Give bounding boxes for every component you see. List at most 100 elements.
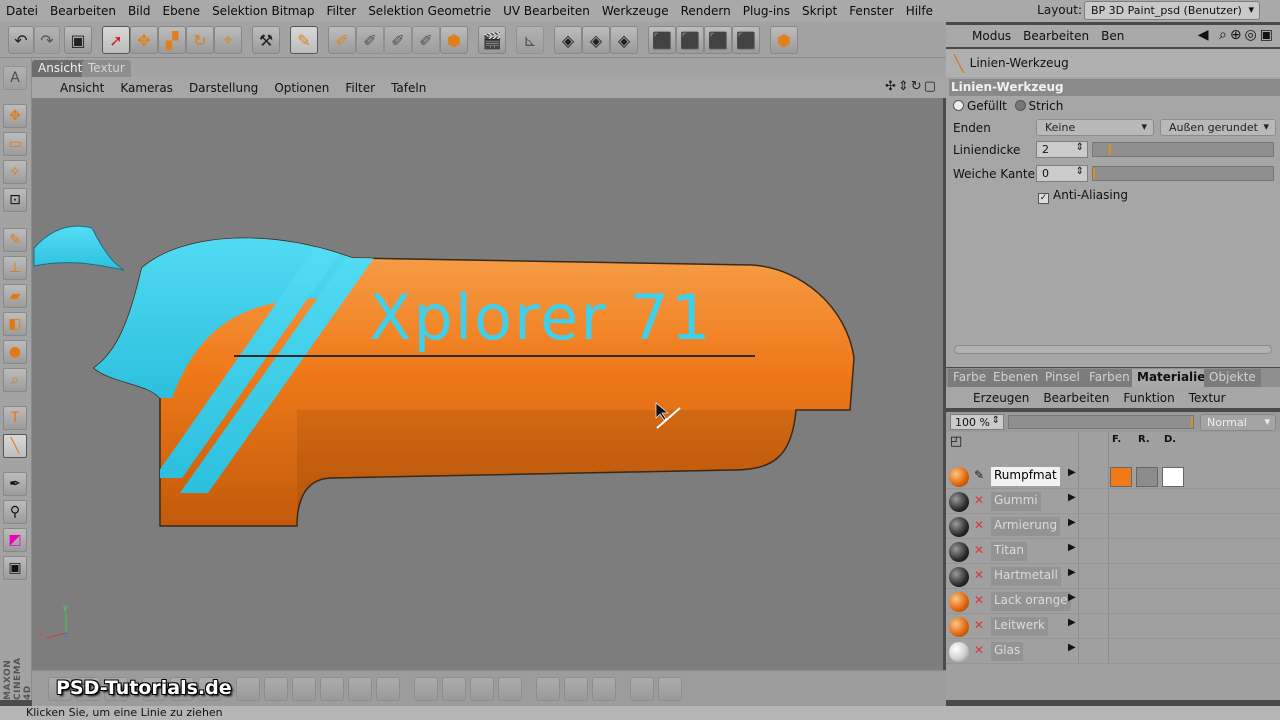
blend-mode-dropdown[interactable]: Normal bbox=[1200, 414, 1276, 431]
material-name[interactable]: Hartmetall bbox=[991, 567, 1061, 586]
menu-skript[interactable]: Skript bbox=[796, 4, 843, 18]
bottom-tool-16-icon[interactable] bbox=[498, 677, 522, 701]
tab-pinsel[interactable]: Pinsel bbox=[1040, 369, 1085, 387]
rect-select-icon[interactable]: ▭ bbox=[3, 132, 27, 156]
chevron-right-icon[interactable]: ▶ bbox=[1068, 567, 1076, 578]
menu-fenster[interactable]: Fenster bbox=[843, 4, 900, 18]
mat-menu-erzeugen[interactable]: Erzeugen bbox=[966, 391, 1036, 405]
material-row[interactable]: ✎ Rumpfmat ▶ bbox=[946, 464, 1280, 489]
film-clapper-icon[interactable]: 🎬 bbox=[478, 26, 506, 54]
menu-filter[interactable]: Filter bbox=[320, 4, 362, 18]
zoom-icon[interactable]: ⌕ bbox=[3, 368, 27, 392]
coordinate-icon[interactable]: ⌖ bbox=[214, 26, 242, 54]
ends-dropdown[interactable]: Keine bbox=[1036, 119, 1154, 136]
material-row[interactable]: ✕ Hartmetall ▶ bbox=[946, 564, 1280, 589]
texture-mode-icon[interactable]: ⬢ bbox=[770, 26, 798, 54]
tab-ebenen[interactable]: Ebenen bbox=[988, 369, 1044, 387]
attr-menu-modus[interactable]: Modus bbox=[966, 29, 1017, 43]
soft-edges-slider-knob[interactable] bbox=[1093, 168, 1095, 179]
cube-checker-icon[interactable]: ◈ bbox=[554, 26, 582, 54]
bottom-tool-8-icon[interactable] bbox=[264, 677, 288, 701]
bottom-tool-7-icon[interactable] bbox=[236, 677, 260, 701]
transform-icon[interactable]: ⊡ bbox=[3, 188, 27, 212]
menu-ebene[interactable]: Ebene bbox=[156, 4, 206, 18]
viewmenu-tafeln[interactable]: Tafeln bbox=[383, 81, 434, 95]
bottom-tool-14-icon[interactable] bbox=[442, 677, 466, 701]
chevron-right-icon[interactable]: ▶ bbox=[1068, 517, 1076, 528]
paint-poly-icon[interactable]: ✐ bbox=[412, 26, 440, 54]
eraser-icon[interactable]: ▰ bbox=[3, 284, 27, 308]
bottom-tool-13-icon[interactable] bbox=[414, 677, 438, 701]
move-icon[interactable]: ✥ bbox=[3, 104, 27, 128]
render-active-icon[interactable]: ▣ bbox=[64, 26, 92, 54]
bottom-tool-20-icon[interactable] bbox=[630, 677, 654, 701]
bottom-tool-15-icon[interactable] bbox=[470, 677, 494, 701]
material-name[interactable]: Gummi bbox=[991, 492, 1041, 511]
channel-header-color[interactable]: F. bbox=[1112, 434, 1121, 445]
chevron-right-icon[interactable]: ▶ bbox=[1068, 492, 1076, 503]
select-tool-icon[interactable]: ➚ bbox=[102, 26, 130, 54]
bottom-tool-17-icon[interactable] bbox=[536, 677, 560, 701]
viewport[interactable]: Xplorer 71 y x z bbox=[32, 98, 943, 670]
disabled-x-icon[interactable]: ✕ bbox=[974, 518, 984, 532]
disabled-x-icon[interactable]: ✕ bbox=[974, 568, 984, 582]
width-slider-knob[interactable] bbox=[1109, 144, 1112, 155]
material-row[interactable]: ✕ Titan ▶ bbox=[946, 539, 1280, 564]
tab-ansicht[interactable]: Ansicht bbox=[32, 60, 89, 77]
chevron-right-icon[interactable]: ▶ bbox=[1068, 592, 1076, 603]
attr-menu-ben[interactable]: Ben bbox=[1095, 29, 1130, 43]
menu-datei[interactable]: Datei bbox=[0, 4, 44, 18]
menu-werkzeuge[interactable]: Werkzeuge bbox=[596, 4, 675, 18]
width-input[interactable]: 2 bbox=[1036, 141, 1088, 158]
ruler-icon[interactable]: ⊾ bbox=[516, 26, 544, 54]
disabled-x-icon[interactable]: ✕ bbox=[974, 593, 984, 607]
menu-bild[interactable]: Bild bbox=[122, 4, 157, 18]
viewmenu-kameras[interactable]: Kameras bbox=[112, 81, 181, 95]
material-name[interactable]: Armierung bbox=[991, 517, 1061, 536]
material-row[interactable]: ✕ Leitwerk ▶ bbox=[946, 614, 1280, 639]
soft-edges-input[interactable]: 0 bbox=[1036, 165, 1088, 182]
tab-objekte[interactable]: Objekte bbox=[1204, 369, 1261, 387]
cube-checker3-icon[interactable]: ◈ bbox=[610, 26, 638, 54]
bottom-tool-21-icon[interactable] bbox=[658, 677, 682, 701]
layout-select[interactable]: BP 3D Paint_psd (Benutzer) bbox=[1084, 1, 1260, 20]
scale-tool-icon[interactable]: ▞ bbox=[158, 26, 186, 54]
bottom-tool-19-icon[interactable] bbox=[592, 677, 616, 701]
bottom-tool-9-icon[interactable] bbox=[292, 677, 316, 701]
material-name[interactable]: Leitwerk bbox=[991, 617, 1048, 636]
disabled-x-icon[interactable]: ✕ bbox=[974, 543, 984, 557]
paint-tool-icon[interactable]: ✐ bbox=[328, 26, 356, 54]
undo-icon[interactable]: ↶ bbox=[8, 26, 34, 54]
tab-farbe[interactable]: Farbe bbox=[948, 369, 992, 387]
chevron-right-icon[interactable]: ▶ bbox=[1068, 467, 1076, 478]
material-name[interactable]: Titan bbox=[991, 542, 1027, 561]
disabled-x-icon[interactable]: ✕ bbox=[974, 643, 984, 657]
line-tool-icon[interactable]: ╲ bbox=[3, 434, 27, 458]
zoom-slider[interactable] bbox=[1008, 415, 1194, 429]
ends-style-dropdown[interactable]: Außen gerundet bbox=[1160, 119, 1276, 136]
viewmenu-darstellung[interactable]: Darstellung bbox=[181, 81, 266, 95]
viewmenu-filter[interactable]: Filter bbox=[337, 81, 383, 95]
fill-drop-icon[interactable]: ● bbox=[3, 340, 27, 364]
brush-icon[interactable]: ✎ bbox=[3, 228, 27, 252]
bottom-tool-18-icon[interactable] bbox=[564, 677, 588, 701]
cube-orange2-icon[interactable]: ⬛ bbox=[676, 26, 704, 54]
chevron-right-icon[interactable]: ▶ bbox=[1068, 617, 1076, 628]
bottom-tool-11-icon[interactable] bbox=[348, 677, 372, 701]
material-name[interactable]: Glas bbox=[991, 642, 1024, 661]
chevron-right-icon[interactable]: ▶ bbox=[1068, 542, 1076, 553]
color-swatch-icon[interactable]: ◩ bbox=[3, 528, 27, 552]
magic-wand-icon[interactable]: ✧ bbox=[3, 160, 27, 184]
radio-filled[interactable] bbox=[953, 100, 964, 111]
paint-edge-icon[interactable]: ✐ bbox=[384, 26, 412, 54]
zoom-input[interactable]: 100 % bbox=[950, 414, 1004, 430]
brush-3d-icon[interactable]: ✎ bbox=[290, 26, 318, 54]
disabled-x-icon[interactable]: ✕ bbox=[974, 618, 984, 632]
eyedropper-icon[interactable]: ✒ bbox=[3, 472, 27, 496]
menu-uv-bearbeiten[interactable]: UV Bearbeiten bbox=[497, 4, 596, 18]
cube-grey2-icon[interactable]: ⬛ bbox=[732, 26, 760, 54]
bottom-tool-12-icon[interactable] bbox=[376, 677, 400, 701]
menu-plugins[interactable]: Plug-ins bbox=[737, 4, 796, 18]
bottom-tool-10-icon[interactable] bbox=[320, 677, 344, 701]
redo-icon[interactable]: ↷ bbox=[34, 26, 60, 54]
